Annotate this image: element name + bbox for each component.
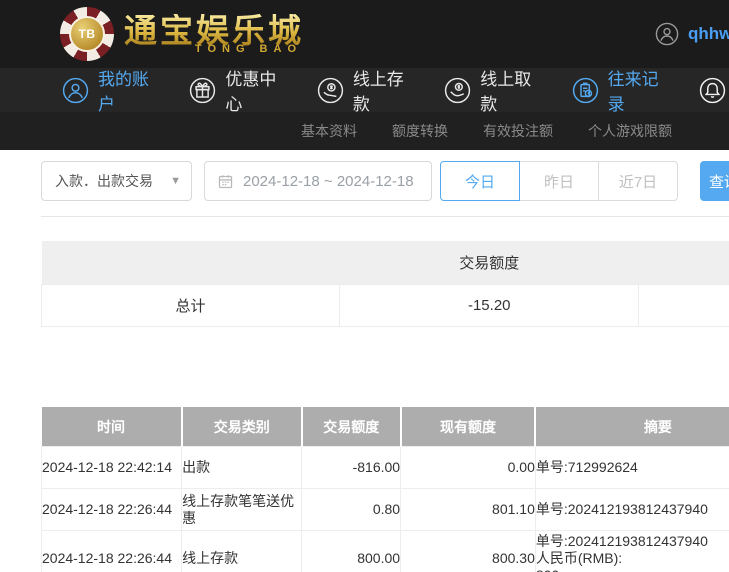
account-icon (62, 77, 89, 103)
site-logo[interactable]: TB 通宝娱乐城 TONG BAO (60, 7, 304, 61)
cell-balance: 0.00 (400, 446, 536, 489)
summary-header-empty-right (638, 241, 729, 285)
nav-item-online-deposit[interactable]: 线上存款 (317, 65, 407, 115)
chevron-down-icon: ▼ (170, 175, 181, 187)
transaction-type-value: 入款．出款交易 (55, 173, 153, 189)
summary-table: 交易额度 总计 -15.20 (40, 241, 729, 327)
deposit-coin-icon (317, 77, 343, 103)
sub-nav: 基本资料 额度转换 有效投注额 个人游戏限额 (0, 112, 729, 150)
summary-header-amount: 交易额度 (339, 241, 639, 285)
col-header-balance: 现有额度 (399, 407, 536, 447)
cell-time: 2024-12-18 22:26:44 (40, 530, 183, 572)
user-avatar-icon (655, 22, 679, 46)
subnav-item-valid-bets[interactable]: 有效投注额 (483, 121, 553, 141)
nav-item-my-account[interactable]: 我的账户 (62, 65, 152, 115)
cell-amount: 0.80 (301, 488, 402, 531)
cell-type: 线上存款笔笔送优惠 (181, 488, 303, 531)
last-7-days-button[interactable]: 近7日 (598, 161, 678, 201)
subnav-item-credit-transfer[interactable]: 额度转换 (392, 121, 448, 141)
subnav-item-game-limits[interactable]: 个人游戏限额 (588, 121, 672, 141)
summary-total-empty (638, 284, 729, 327)
summary-header-row: 交易额度 (41, 241, 729, 285)
summary-line: 单号:202412193812437940 (535, 501, 708, 517)
summary-header-empty (41, 241, 340, 285)
nav-item-online-withdrawal[interactable]: 线上取款 (444, 65, 534, 115)
nav-item-transaction-records[interactable]: 往来记录 (572, 65, 662, 115)
col-header-time: 时间 (41, 407, 182, 447)
summary-total-label: 总计 (40, 284, 341, 327)
cell-summary: 单号:202412193812437940 人民币(RMB): 800 (534, 530, 729, 572)
transactions-table: 时间 交易类别 交易额度 现有额度 摘要 2024-12-18 22:42:14… (40, 407, 729, 572)
divider (41, 216, 729, 217)
subnav-item-basic-info[interactable]: 基本资料 (301, 121, 357, 141)
search-button[interactable]: 查询 (700, 161, 729, 201)
cell-amount: 800.00 (301, 530, 402, 572)
col-header-summary: 摘要 (534, 407, 729, 447)
cell-amount: -816.00 (301, 446, 402, 489)
main-nav: 我的账户 优惠中心 线上存款 线上取款 往来记录 (0, 65, 729, 115)
table-row: 2024-12-18 22:42:14 出款 -816.00 0.00 单号:7… (40, 446, 729, 489)
cell-time: 2024-12-18 22:26:44 (40, 488, 183, 531)
transaction-type-select[interactable]: 入款．出款交易 ▼ (41, 161, 192, 201)
logo-texts: 通宝娱乐城 TONG BAO (124, 14, 304, 55)
nav-label: 线上存款 (352, 70, 404, 114)
gift-icon (190, 77, 216, 103)
today-button[interactable]: 今日 (440, 161, 520, 201)
nav-label: 我的账户 (98, 70, 149, 114)
cell-summary: 单号:202412193812437940 (534, 488, 729, 531)
col-header-type: 交易类别 (180, 407, 302, 447)
yesterday-button[interactable]: 昨日 (519, 161, 599, 201)
date-range-value: 2024-12-18 ~ 2024-12-18 (243, 172, 414, 190)
username: qhhw (688, 24, 729, 43)
chip-label: TB (69, 16, 105, 52)
cell-balance: 801.10 (400, 488, 536, 531)
cell-type: 出款 (181, 446, 303, 489)
summary-line: 单号:202412193812437940 (535, 533, 708, 549)
summary-line: 800 (536, 567, 729, 572)
summary-line: 人民币(RMB): (535, 550, 623, 566)
records-clipboard-icon (572, 77, 598, 103)
col-header-amount: 交易额度 (300, 407, 401, 447)
table-row: 2024-12-18 22:26:44 线上存款笔笔送优惠 0.80 801.1… (40, 488, 729, 531)
withdraw-coin-icon (445, 77, 471, 103)
nav-label: 线上取款 (480, 70, 532, 114)
notifications-button[interactable] (699, 77, 726, 104)
nav-label: 优惠中心 (225, 70, 277, 114)
nav-label: 往来记录 (607, 70, 659, 114)
top-header: TB 通宝娱乐城 TONG BAO qhhw (0, 0, 729, 68)
filter-row: 入款．出款交易 ▼ 2024-12-18 ~ 2024-12-18 今日 昨日 … (41, 161, 729, 201)
cell-time: 2024-12-18 22:42:14 (40, 446, 183, 489)
content: 入款．出款交易 ▼ 2024-12-18 ~ 2024-12-18 今日 昨日 … (0, 161, 729, 572)
summary-line: 单号:712992624 (535, 459, 638, 475)
user-account[interactable]: qhhw (655, 22, 729, 46)
logo-subtitle: TONG BAO (194, 42, 302, 55)
table-header-row: 时间 交易类别 交易额度 现有额度 摘要 (41, 407, 729, 447)
casino-chip-icon: TB (60, 7, 114, 61)
calendar-icon (218, 174, 233, 188)
cell-balance: 800.30 (400, 530, 536, 572)
summary-total-row: 总计 -15.20 (40, 284, 729, 327)
logo-title: 通宝娱乐城 (124, 11, 304, 49)
nav-item-promotions[interactable]: 优惠中心 (189, 65, 279, 115)
date-range-input[interactable]: 2024-12-18 ~ 2024-12-18 (204, 161, 432, 201)
page: TB 通宝娱乐城 TONG BAO qhhw 我的账户 优惠中心 线上存款 线上… (0, 0, 729, 572)
cell-summary: 单号:712992624 (534, 446, 729, 489)
table-row: 2024-12-18 22:26:44 线上存款 800.00 800.30 单… (40, 530, 729, 572)
quick-date-button-group: 今日 昨日 近7日 (440, 161, 678, 201)
cell-type: 线上存款 (181, 530, 303, 572)
bell-icon (699, 77, 726, 103)
summary-total-value: -15.20 (339, 284, 640, 327)
